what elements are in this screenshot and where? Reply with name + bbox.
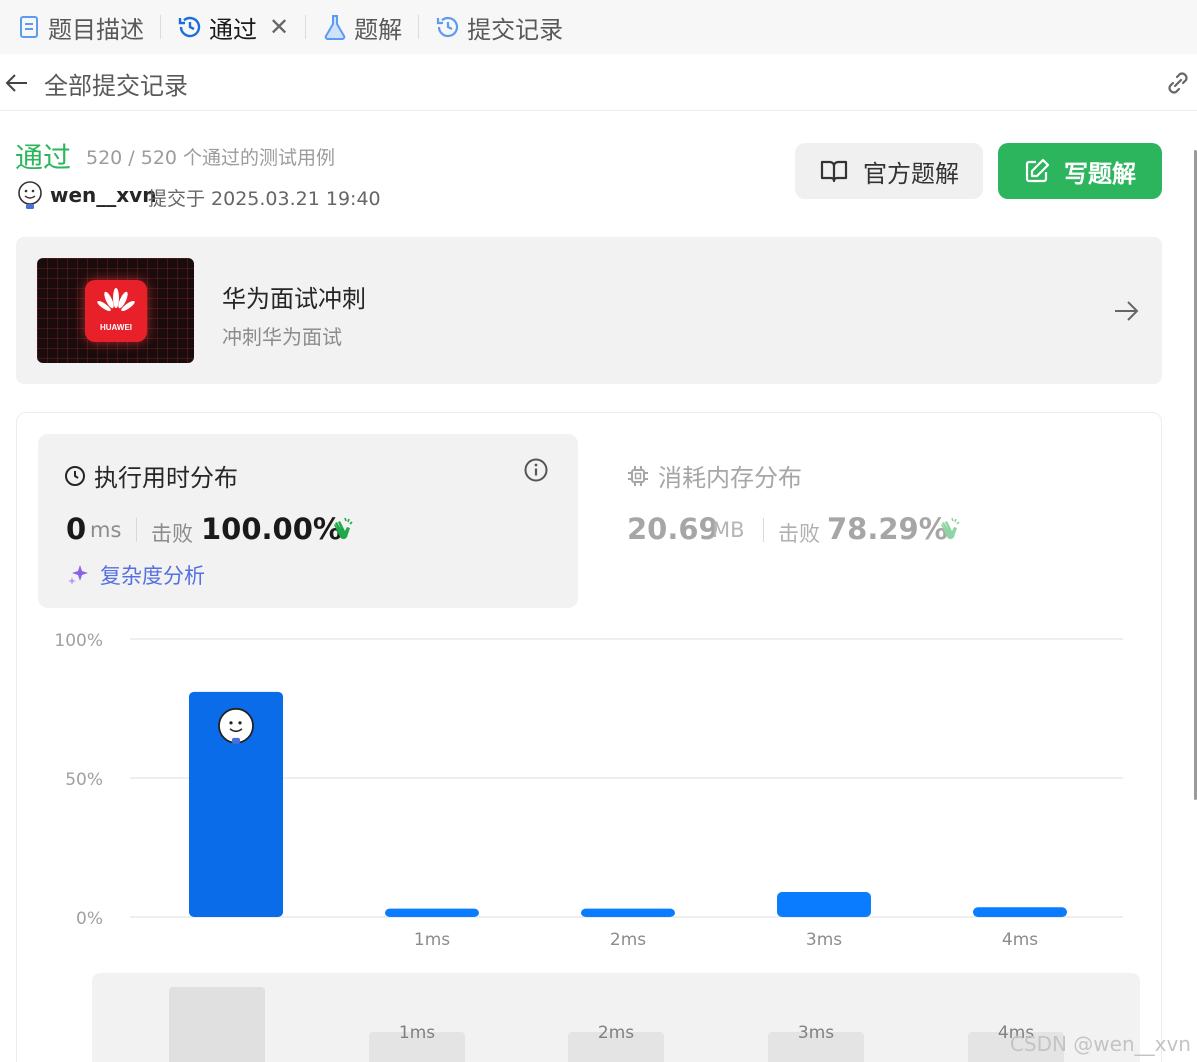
clock-icon — [65, 465, 85, 486]
sparkle-icon — [68, 565, 88, 585]
tab-label: 提交记录 — [467, 15, 564, 44]
chart-canvas[interactable]: 100% 50% 0% 1ms 2ms 3ms 4ms — [0, 620, 1197, 960]
x-tick-label: 1ms — [414, 930, 450, 950]
memory-beat-value: 78.29% — [827, 512, 948, 546]
book-icon — [820, 160, 848, 183]
minimap-label: 2ms — [597, 1023, 635, 1043]
divider — [763, 518, 764, 542]
watermark: CSDN @wen__xvn — [1009, 1032, 1191, 1056]
user-marker-avatar — [218, 707, 254, 744]
close-icon[interactable]: ✕ — [269, 13, 289, 41]
edit-icon — [1025, 158, 1050, 183]
button-label: 官方题解 — [863, 159, 959, 188]
flask-icon — [322, 14, 348, 40]
chart-bar[interactable] — [581, 908, 675, 917]
runtime-beat-value: 100.00% — [201, 512, 342, 546]
chart-bar[interactable] — [385, 908, 479, 917]
runtime-distribution-chart[interactable]: 100% 50% 0% 1ms 2ms 3ms 4ms — [0, 620, 1197, 960]
memory-title[interactable]: 消耗内存分布 — [626, 458, 802, 493]
promo-title: 华为面试冲刺 — [222, 285, 366, 313]
runtime-title: 执行用时分布 — [64, 458, 238, 493]
chart-bar[interactable] — [777, 891, 871, 917]
runtime-value: 0 — [66, 512, 87, 546]
promo-subtitle: 冲刺华为面试 — [222, 325, 342, 349]
status-label: 通过 — [15, 141, 72, 174]
runtime-card[interactable]: 执行用时分布 0 ms 击败 100.00% 复杂度分析 — [38, 434, 578, 608]
promo-image: HUAWEI — [37, 258, 194, 363]
tab-divider — [305, 15, 307, 39]
beat-label: 击败 — [778, 522, 820, 546]
chip-icon — [628, 465, 648, 486]
divider — [136, 518, 137, 542]
memory-unit: MB — [712, 518, 745, 542]
memory-value: 20.69 — [627, 512, 719, 546]
runtime-unit: ms — [90, 518, 122, 542]
clap-icon — [941, 517, 960, 540]
x-tick-label: 4ms — [1002, 930, 1038, 950]
tab-label: 题目描述 — [48, 15, 144, 44]
x-tick-label: 2ms — [610, 930, 646, 950]
tab-bar: 题目描述 通过 ✕ 题解 提交记录 — [0, 0, 1197, 54]
chart-range-selector[interactable]: 1ms 2ms 3ms 4ms — [92, 973, 1140, 1062]
tab-label: 题解 — [354, 15, 403, 44]
info-icon[interactable] — [523, 457, 549, 483]
promo-card[interactable]: HUAWEI 华为面试冲刺 冲刺华为面试 — [16, 237, 1162, 384]
clap-icon — [334, 517, 353, 540]
history-icon — [435, 14, 461, 40]
x-tick-label: 3ms — [806, 930, 842, 950]
minimap-label: 3ms — [797, 1023, 835, 1043]
range-selection-handle[interactable] — [169, 987, 265, 1062]
chart-bar[interactable] — [973, 907, 1067, 917]
history-icon — [177, 14, 203, 40]
official-solution-button[interactable]: 官方题解 — [795, 143, 983, 199]
submitted-time: 提交于 2025.03.21 19:40 — [148, 188, 381, 210]
link-icon[interactable] — [1163, 69, 1193, 97]
tab-divider — [418, 15, 420, 39]
tab-description[interactable]: 题目描述 — [10, 0, 150, 54]
tab-divider — [160, 15, 161, 39]
beat-label: 击败 — [151, 522, 193, 546]
write-solution-button[interactable]: 写题解 — [998, 143, 1162, 199]
username[interactable]: wen__xvn — [50, 183, 156, 207]
test-cases-count: 520 / 520 个通过的测试用例 — [86, 147, 336, 169]
minimap-label: 1ms — [398, 1023, 436, 1043]
button-label: 写题解 — [1064, 159, 1136, 188]
document-icon — [16, 14, 42, 40]
tab-solutions[interactable]: 题解 — [316, 0, 408, 54]
submission-header: 全部提交记录 — [0, 54, 1197, 111]
huawei-logo: HUAWEI — [85, 280, 147, 342]
arrow-right-icon — [1115, 301, 1139, 321]
tab-accepted[interactable]: 通过 ✕ — [171, 0, 295, 54]
complexity-analysis-link[interactable]: 复杂度分析 — [66, 560, 205, 590]
tab-submissions[interactable]: 提交记录 — [429, 0, 569, 54]
y-tick-label: 50% — [65, 770, 103, 790]
all-submissions-link[interactable]: 全部提交记录 — [44, 66, 188, 101]
tab-label: 通过 — [209, 15, 257, 44]
avatar[interactable] — [16, 180, 44, 210]
y-tick-label: 0% — [76, 909, 103, 929]
y-tick-label: 100% — [54, 631, 103, 651]
arrow-left-icon[interactable] — [4, 70, 30, 96]
